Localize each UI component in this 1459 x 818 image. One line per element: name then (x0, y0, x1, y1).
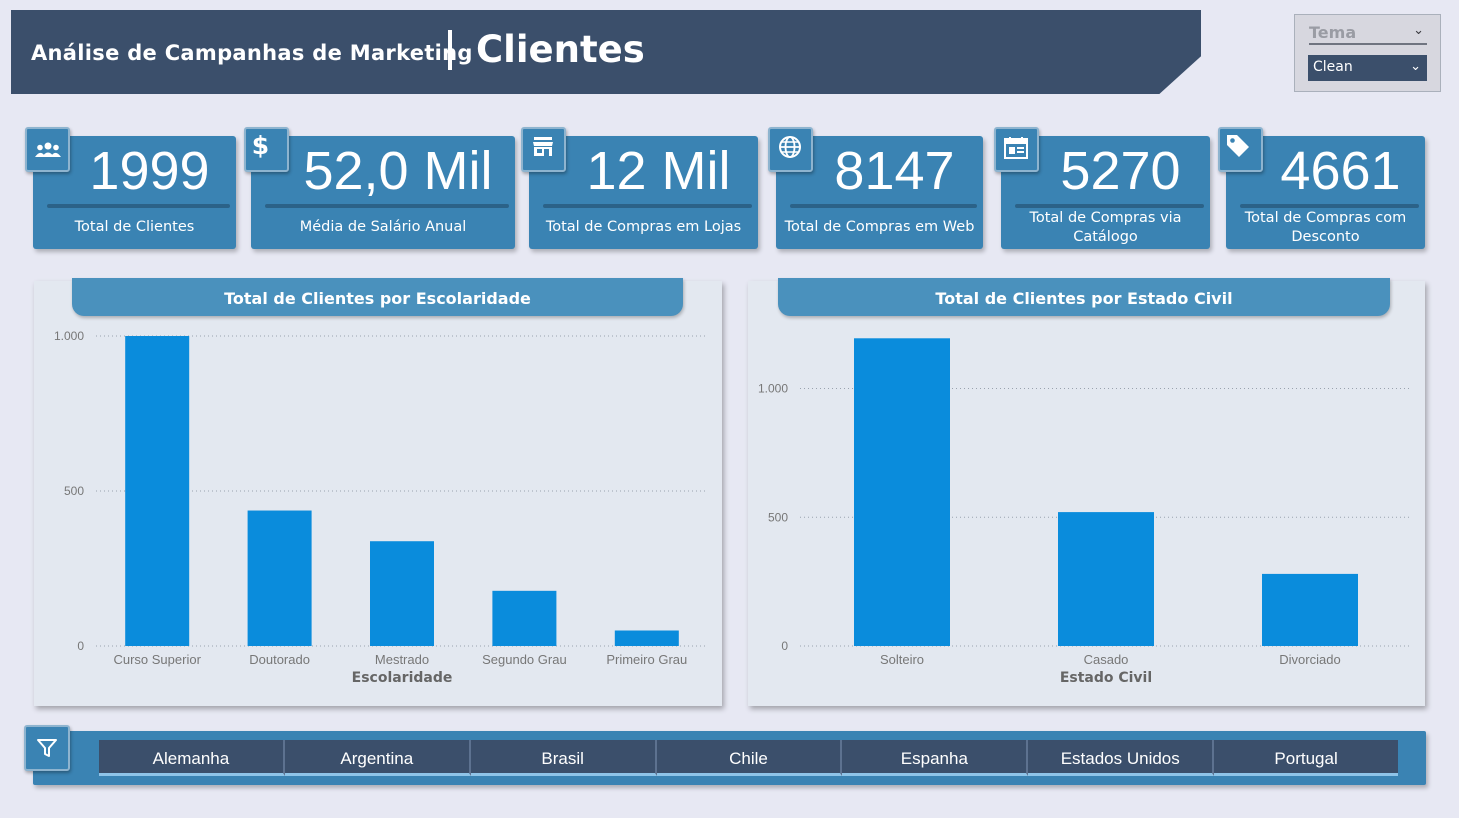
dollar-icon: $ (244, 127, 289, 172)
kpi-value: 5270 (1060, 141, 1181, 201)
chevron-down-icon[interactable]: ⌄ (1413, 23, 1424, 38)
kpi-divider (790, 204, 977, 208)
y-tick-label: 500 (768, 510, 788, 524)
x-tick-label: Solteiro (880, 652, 924, 667)
country-option[interactable]: Alemanha (99, 740, 285, 776)
kpi-label: Média de Salário Anual (299, 219, 467, 235)
kpi-value: 4661 (1280, 141, 1401, 201)
x-tick-label: Mestrado (375, 652, 429, 667)
y-tick-label: 0 (77, 639, 84, 653)
store-icon (521, 127, 566, 172)
kpi-divider (543, 204, 752, 208)
bar (1058, 512, 1154, 646)
chart-panel-estado-civil: 0 500 1.000 Solteiro Casado Divorciado Estado … (748, 281, 1425, 706)
tag-icon (1218, 127, 1263, 172)
header-banner: Análise de Campanhas de Marketing Client… (11, 10, 1201, 94)
x-axis-title: Escolaridade (352, 670, 453, 686)
kpi-value: 12 Mil (586, 141, 731, 201)
kpi-divider (1240, 204, 1419, 208)
x-axis-title: Estado Civil (1060, 670, 1152, 686)
x-tick-label: Doutorado (249, 652, 310, 667)
bar (247, 510, 312, 646)
bar (614, 630, 679, 646)
chart-escolaridade: 0 500 1.000 Curso Superior Doutorado Mestrado… (54, 329, 708, 686)
x-tick-label: Curso Superior (113, 652, 201, 667)
kpi-label: Total de Compras em Lojas (545, 219, 742, 235)
kpi-divider (265, 204, 509, 208)
kpi-value: 8147 (834, 141, 955, 201)
y-tick-label: 0 (781, 639, 788, 653)
bar (125, 336, 190, 646)
y-tick-label: 1.000 (54, 329, 84, 343)
country-option[interactable]: Portugal (1214, 740, 1399, 776)
country-option[interactable]: Espanha (842, 740, 1029, 776)
kpi-label: Total de Clientes (74, 219, 195, 235)
kpi-value: 1999 (89, 141, 210, 201)
y-tick-label: 1.000 (758, 382, 788, 396)
catalog-icon (994, 127, 1039, 172)
kpi-label: Total de Compras com Desconto (1244, 210, 1407, 245)
theme-slicer: Tema ⌄ Clean ⌄ (1294, 14, 1441, 92)
x-tick-label: Casado (1084, 652, 1129, 667)
theme-dropdown[interactable]: Clean ⌄ (1308, 55, 1427, 81)
chart-estado-civil: 0 500 1.000 Solteiro Casado Divorciado Estado … (758, 338, 1412, 686)
bar (370, 541, 434, 646)
country-slicer: Alemanha Argentina Brasil Chile Espanha Estad… (99, 740, 1399, 776)
bar (854, 338, 950, 646)
country-option[interactable]: Brasil (470, 740, 657, 776)
x-tick-label: Primeiro Grau (606, 652, 687, 667)
chart-title-escolaridade: Total de Clientes por Escolaridade (72, 278, 683, 316)
x-tick-label: Segundo Grau (482, 652, 567, 667)
filter-icon (24, 725, 70, 771)
country-option[interactable]: Estados Unidos (1028, 740, 1215, 776)
chart-panel-escolaridade: 0 500 1.000 Curso Superior Doutorado Mestrado… (34, 281, 722, 706)
kpi-divider (47, 204, 230, 208)
people-icon (25, 127, 70, 172)
bar (1262, 573, 1358, 646)
app-title: Análise de Campanhas de Marketing (31, 41, 473, 65)
globe-icon (768, 127, 813, 172)
x-tick-label: Divorciado (1279, 652, 1340, 667)
page-title: Clientes (476, 28, 645, 71)
country-option[interactable]: Chile (656, 740, 843, 776)
country-option[interactable]: Argentina (284, 740, 471, 776)
chevron-down-icon: ⌄ (1410, 59, 1421, 74)
theme-selected-value: Clean (1313, 59, 1353, 75)
kpi-divider (1015, 204, 1204, 208)
kpi-value: 52,0 Mil (303, 141, 493, 201)
title-separator (448, 30, 452, 70)
chart-title-estado-civil: Total de Clientes por Estado Civil (778, 278, 1390, 316)
kpi-label: Total de Compras em Web (784, 219, 975, 235)
y-tick-label: 500 (64, 484, 84, 498)
theme-label: Tema (1309, 23, 1427, 45)
kpi-card-salario: 52,0 Mil Média de Salário Anual (251, 136, 515, 249)
kpi-label: Total de Compras via Catálogo (1029, 210, 1182, 245)
bar (492, 590, 557, 646)
